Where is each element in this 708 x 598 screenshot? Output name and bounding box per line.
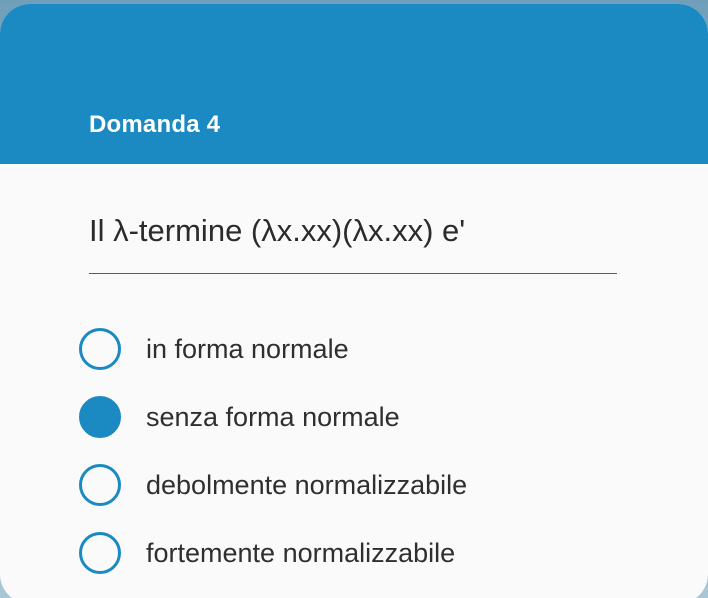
radio-unchecked-icon[interactable] [79,464,121,506]
question-number-title: Domanda 4 [89,111,221,138]
option-debolmente-normalizzabile[interactable]: debolmente normalizzabile [79,451,639,519]
option-label: fortemente normalizzabile [146,537,456,568]
option-in-forma-normale[interactable]: in forma normale [79,315,639,383]
question-text: Il λ-termine (λx.xx)(λx.xx) e' [89,213,466,248]
card-header: Domanda 4 [0,4,708,164]
answer-options: in forma normale senza forma normale deb… [79,315,639,587]
radio-unchecked-icon[interactable] [79,532,121,574]
radio-checked-icon[interactable] [79,396,121,438]
radio-unchecked-icon[interactable] [79,328,121,370]
option-senza-forma-normale[interactable]: senza forma normale [79,383,639,451]
question-card: Domanda 4 Il λ-termine (λx.xx)(λx.xx) e'… [0,4,708,598]
option-label: in forma normale [146,333,349,364]
option-label: senza forma normale [146,401,400,432]
option-label: debolmente normalizzabile [146,469,468,500]
question-divider [89,273,617,274]
option-fortemente-normalizzabile[interactable]: fortemente normalizzabile [79,519,639,587]
